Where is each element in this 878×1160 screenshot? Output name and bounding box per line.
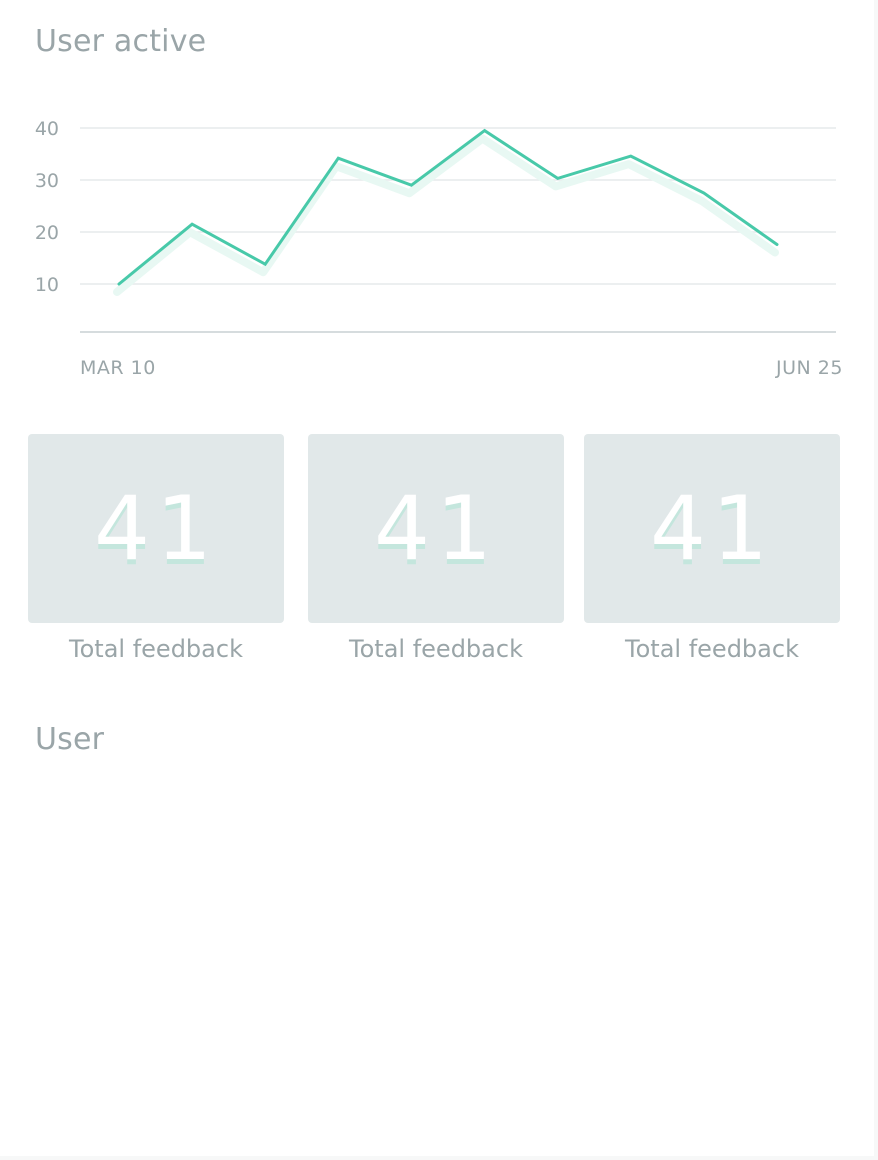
stat-box: 41 (28, 434, 284, 623)
stat-value: 41 (374, 476, 498, 580)
stat-card[interactable]: 41 Total feedback (584, 434, 840, 663)
stat-label: Total feedback (69, 635, 243, 663)
y-tick-label: 20 (35, 222, 59, 244)
stat-label: Total feedback (349, 635, 523, 663)
series-line-shadow (113, 134, 779, 296)
stats-row: 41 Total feedback 41 Total feedback 41 T… (0, 434, 878, 674)
stat-card[interactable]: 41 Total feedback (28, 434, 284, 663)
stat-card[interactable]: 41 Total feedback (308, 434, 564, 663)
stat-label: Total feedback (625, 635, 799, 663)
user-active-chart: 10 20 30 40 MAR 10 JUN 25 (35, 118, 843, 379)
y-tick-label: 40 (35, 118, 59, 140)
stat-value: 41 (94, 476, 218, 580)
series-line (117, 128, 779, 286)
stat-box: 41 (584, 434, 840, 623)
x-label-end: JUN 25 (775, 357, 843, 379)
chart-y-ticks: 10 20 30 40 (35, 118, 59, 296)
user-title: User (35, 722, 105, 757)
y-tick-label: 10 (35, 274, 59, 296)
x-label-start: MAR 10 (80, 357, 156, 379)
stat-value: 41 (650, 476, 774, 580)
stat-box: 41 (308, 434, 564, 623)
dashboard-page: User active 10 20 30 40 MAR 10 JUN 25 41 To… (0, 0, 878, 1160)
user-active-title: User active (35, 24, 207, 59)
y-tick-label: 30 (35, 170, 59, 192)
